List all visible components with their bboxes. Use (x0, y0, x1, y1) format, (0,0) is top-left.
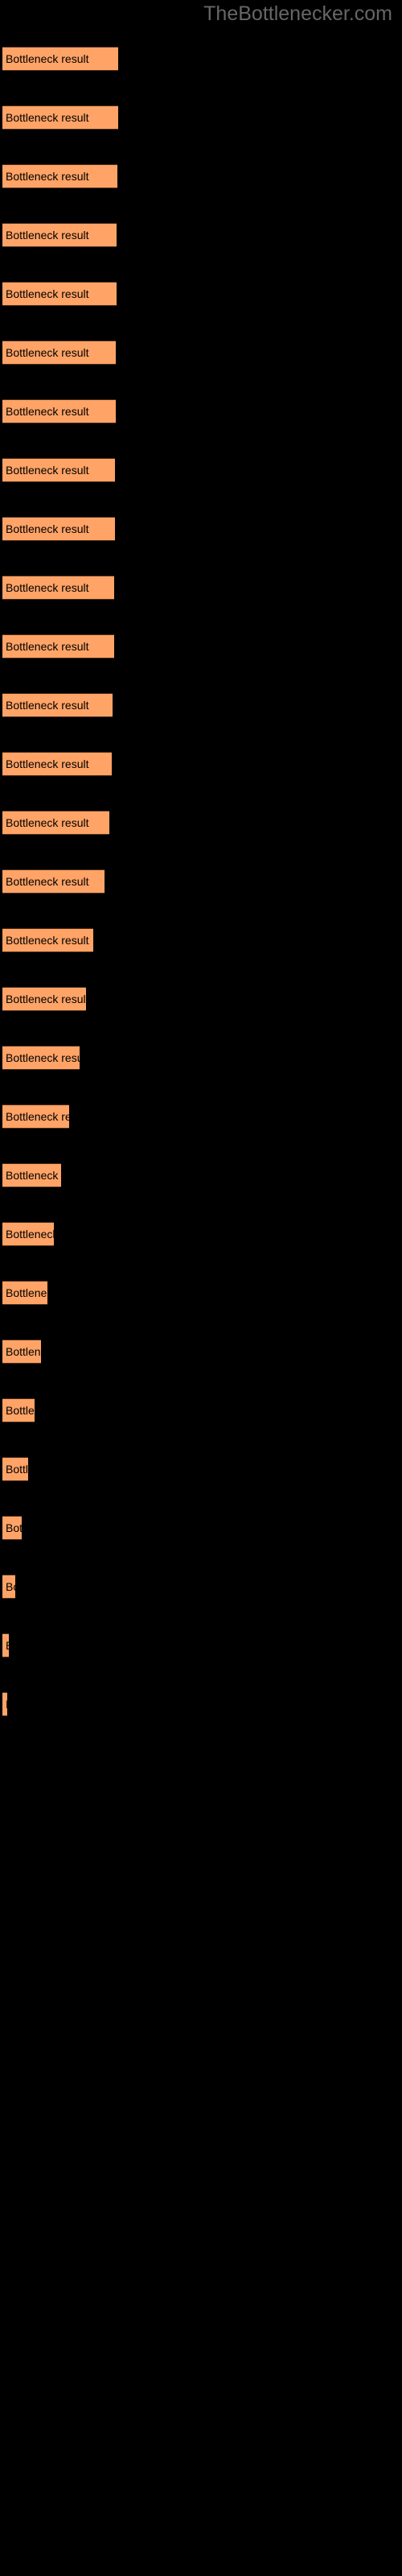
bar-29[interactable]: Bottleneck result (2, 1692, 7, 1716)
bar-row: Bottleneck result (2, 869, 105, 894)
bar-13[interactable]: Bottleneck result (2, 752, 112, 776)
bar-20[interactable]: Bottleneck result (2, 1163, 61, 1187)
bar-label: Bottleneck result (6, 1580, 15, 1593)
bar-row: Bottleneck result (2, 1222, 54, 1246)
bar-row: Bottleneck result (2, 693, 113, 717)
bar-label: Bottleneck result (6, 993, 86, 1005)
bar-11[interactable]: Bottleneck result (2, 634, 114, 658)
bar-label: Bottleneck result (6, 1345, 41, 1358)
bar-12[interactable]: Bottleneck result (2, 693, 113, 717)
bar-row: Bottleneck result (2, 1281, 47, 1305)
bar-9[interactable]: Bottleneck result (2, 517, 115, 541)
bar-label: Bottleneck result (6, 581, 89, 594)
bar-14[interactable]: Bottleneck result (2, 811, 109, 835)
bar-label: Bottleneck result (6, 52, 89, 65)
bar-row: Bottleneck result (2, 1046, 80, 1070)
bar-18[interactable]: Bottleneck result (2, 1046, 80, 1070)
bottleneck-bar-chart: Bottleneck result Bottleneck result Bottle… (0, 0, 402, 2576)
bar-23[interactable]: Bottleneck result (2, 1340, 41, 1364)
bar-15[interactable]: Bottleneck result (2, 869, 105, 894)
bar-label: Bottleneck result (6, 1639, 9, 1652)
bar-2[interactable]: Bottleneck result (2, 105, 118, 130)
bar-5[interactable]: Bottleneck result (2, 282, 117, 306)
bar-26[interactable]: Bottleneck result (2, 1516, 22, 1540)
bar-row: Bottleneck result (2, 1340, 41, 1364)
bar-row: Bottleneck result (2, 282, 117, 306)
bar-label: Bottleneck result (6, 464, 89, 477)
bar-22[interactable]: Bottleneck result (2, 1281, 47, 1305)
bar-row: Bottleneck result (2, 811, 109, 835)
bar-row: Bottleneck result (2, 164, 117, 188)
bar-4[interactable]: Bottleneck result (2, 223, 117, 247)
bar-row: Bottleneck result (2, 1457, 28, 1481)
bar-7[interactable]: Bottleneck result (2, 399, 116, 423)
bar-label: Bottleneck result (6, 1051, 80, 1064)
bar-row: Bottleneck result (2, 1104, 69, 1129)
bar-row: Bottleneck result (2, 458, 115, 482)
bar-label: Bottleneck result (6, 111, 89, 124)
bar-label: Bottleneck result (6, 934, 89, 947)
bar-3[interactable]: Bottleneck result (2, 164, 117, 188)
bar-row: Bottleneck result (2, 517, 115, 541)
bar-label: Bottleneck result (6, 875, 89, 888)
bar-28[interactable]: Bottleneck result (2, 1633, 9, 1657)
bar-6[interactable]: Bottleneck result (2, 341, 116, 365)
bar-10[interactable]: Bottleneck result (2, 576, 114, 600)
bar-row: Bottleneck result (2, 1692, 7, 1716)
bar-label: Bottleneck result (6, 1463, 28, 1476)
bar-label: Bottleneck result (6, 170, 89, 183)
bar-row: Bottleneck result (2, 105, 118, 130)
bar-label: Bottleneck result (6, 758, 89, 770)
bar-label: Bottleneck result (6, 1521, 22, 1534)
bar-1[interactable]: Bottleneck result (2, 47, 118, 71)
bar-label: Bottleneck result (6, 522, 89, 535)
bar-row: Bottleneck result (2, 223, 117, 247)
bar-19[interactable]: Bottleneck result (2, 1104, 69, 1129)
bar-row: Bottleneck result (2, 1398, 35, 1422)
bar-label: Bottleneck result (6, 640, 89, 653)
bar-16[interactable]: Bottleneck result (2, 928, 93, 952)
bar-label: Bottleneck result (6, 1286, 47, 1299)
bar-row: Bottleneck result (2, 1516, 22, 1540)
bar-row: Bottleneck result (2, 576, 114, 600)
bar-label: Bottleneck result (6, 1228, 54, 1241)
bar-row: Bottleneck result (2, 752, 112, 776)
bar-label: Bottleneck result (6, 1404, 35, 1417)
bar-label: Bottleneck result (6, 816, 89, 829)
bar-row: Bottleneck result (2, 47, 118, 71)
bar-8[interactable]: Bottleneck result (2, 458, 115, 482)
bar-row: Bottleneck result (2, 399, 116, 423)
bar-row: Bottleneck result (2, 1633, 9, 1657)
bar-21[interactable]: Bottleneck result (2, 1222, 54, 1246)
bar-label: Bottleneck result (6, 1169, 61, 1182)
bar-label: Bottleneck result (6, 346, 89, 359)
bar-row: Bottleneck result (2, 634, 114, 658)
bar-row: Bottleneck result (2, 341, 116, 365)
bar-label: Bottleneck result (6, 287, 89, 300)
bar-row: Bottleneck result (2, 928, 93, 952)
bar-row: Bottleneck result (2, 1575, 15, 1599)
bar-27[interactable]: Bottleneck result (2, 1575, 15, 1599)
bar-17[interactable]: Bottleneck result (2, 987, 86, 1011)
bar-label: Bottleneck result (6, 1110, 69, 1123)
bar-row: Bottleneck result (2, 1163, 61, 1187)
bar-row: Bottleneck result (2, 987, 86, 1011)
bar-label: Bottleneck result (6, 699, 89, 712)
bar-label: Bottleneck result (6, 229, 89, 242)
bar-label: Bottleneck result (6, 1698, 7, 1711)
bar-label: Bottleneck result (6, 405, 89, 418)
bar-25[interactable]: Bottleneck result (2, 1457, 28, 1481)
bar-24[interactable]: Bottleneck result (2, 1398, 35, 1422)
